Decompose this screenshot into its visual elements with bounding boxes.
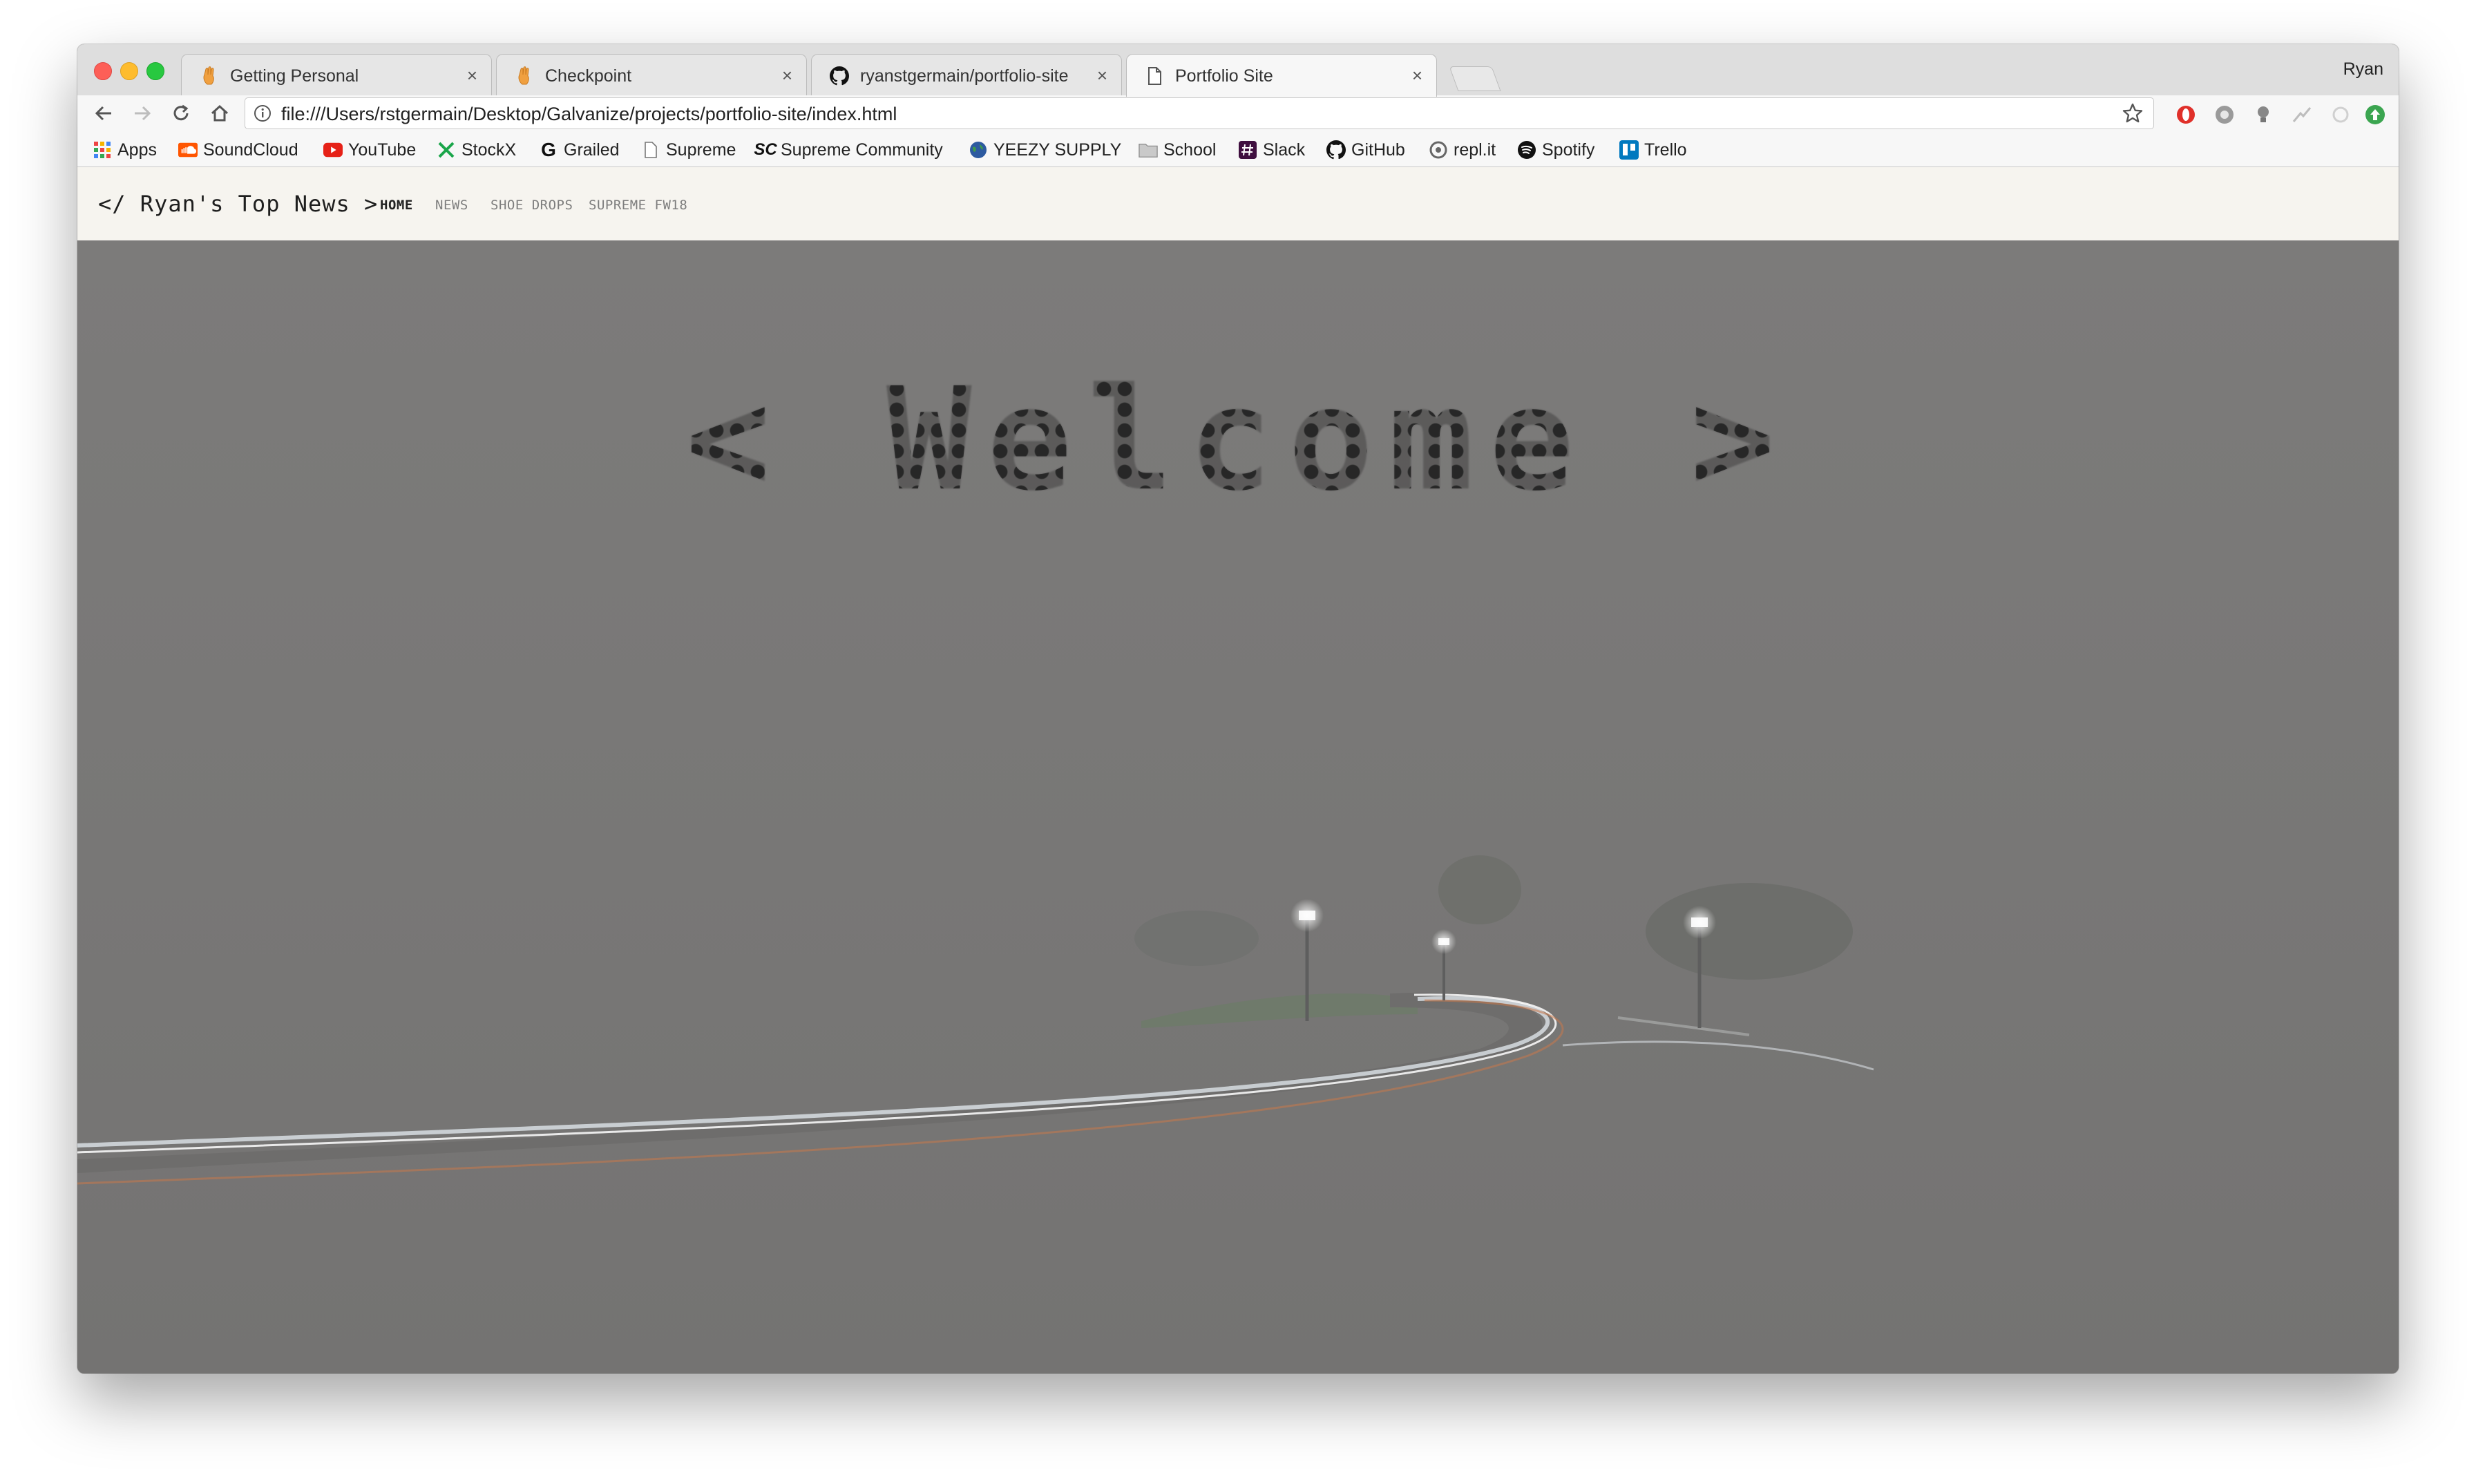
new-tab-button[interactable] [1449,66,1501,91]
apps-grid-icon [93,140,112,160]
site-navbar: </ Ryan's Top News > HOME NEWS SHOE DROP… [77,167,2399,240]
bookmark-trello[interactable]: Trello [1619,140,1687,160]
bookmark-yeezy-supply[interactable]: YEEZY SUPPLY [969,140,1121,160]
lightbulb-extension-icon[interactable] [2252,104,2274,126]
reload-button[interactable] [167,99,195,127]
bookmark-github[interactable]: GitHub [1326,140,1405,160]
browser-window: Getting Personal × Checkpoint × ryanstge… [77,44,2399,1373]
soundcloud-icon [178,140,198,160]
info-icon[interactable] [254,104,272,126]
gray-circle-extension-icon[interactable] [2213,104,2236,126]
close-icon[interactable]: × [1412,65,1422,86]
pulse-extension-icon[interactable] [2291,104,2313,126]
site-brand[interactable]: </ Ryan's Top News > [98,191,378,217]
tab-title: Getting Personal [230,66,359,86]
bookmark-soundcloud[interactable]: SoundCloud [178,140,298,160]
bookmark-supreme[interactable]: Supreme [641,140,736,160]
grailed-icon: G [541,139,556,160]
arrow-left-icon [95,106,111,121]
nav-news[interactable]: NEWS [435,198,468,213]
sc-icon: SC [754,140,777,159]
replit-icon [1429,140,1448,160]
nav-supreme-fw18[interactable]: SUPREME FW18 [589,198,687,213]
reload-icon [173,104,189,121]
page-icon [641,140,660,160]
github-icon [830,66,849,86]
address-bar[interactable]: file:///Users/rstgermain/Desktop/Galvani… [245,97,2154,129]
trello-icon [1619,140,1639,160]
welcome-text: Welcome [886,358,1590,522]
bookmark-spotify[interactable]: Spotify [1517,140,1594,160]
browser-toolbar: file:///Users/rstgermain/Desktop/Galvani… [77,95,2399,133]
bookmark-youtube[interactable]: YouTube [323,140,416,160]
opera-extension-icon[interactable] [2175,104,2197,126]
hand-icon [515,66,534,86]
bookmark-replit[interactable]: repl.it [1429,140,1496,160]
close-icon[interactable]: × [467,65,477,86]
update-arrow-icon[interactable] [2364,104,2386,126]
hero-section: < Welcome > [77,240,2399,1373]
maximize-window-button[interactable] [146,62,164,80]
nav-shoe-drops[interactable]: SHOE DROPS [491,198,573,213]
profile-name[interactable]: Ryan [2343,59,2383,79]
bookmark-grailed[interactable]: G Grailed [539,139,619,160]
back-button[interactable] [90,99,117,127]
minimize-window-button[interactable] [120,62,138,80]
github-icon [1326,140,1346,160]
bookmark-slack[interactable]: Slack [1238,140,1305,160]
welcome-heading: < Welcome > [77,358,2399,522]
hand-icon [200,66,219,86]
tab-strip: Getting Personal × Checkpoint × ryanstge… [77,44,2399,97]
tab-getting-personal[interactable]: Getting Personal × [181,54,492,95]
url-text[interactable]: file:///Users/rstgermain/Desktop/Galvani… [281,104,897,125]
close-window-button[interactable] [94,62,112,80]
tab-title: ryanstgermain/portfolio-site [860,66,1069,86]
folder-icon [1139,140,1158,160]
nav-home[interactable]: HOME [380,198,413,213]
close-icon[interactable]: × [782,65,792,86]
slack-icon [1238,140,1257,160]
arrow-right-icon [135,106,151,121]
forward-button[interactable] [128,99,156,127]
document-icon [1145,66,1164,86]
youtube-icon [323,140,343,160]
tab-checkpoint[interactable]: Checkpoint × [496,54,807,95]
welcome-right-bracket: > [1690,358,1791,522]
bookmark-school[interactable]: School [1139,140,1216,160]
stockx-icon [437,140,456,160]
bookmark-apps[interactable]: Apps [93,140,157,160]
tab-github-repo[interactable]: ryanstgermain/portfolio-site × [811,54,1122,95]
bookmark-supreme-community[interactable]: SC Supreme Community [754,140,942,160]
close-icon[interactable]: × [1097,65,1107,86]
spotify-icon [1517,140,1536,160]
loading-extension-icon[interactable] [2330,104,2352,126]
bookmark-star-icon[interactable] [2122,102,2144,128]
home-button[interactable] [206,99,234,127]
home-icon [211,104,229,122]
tab-title: Portfolio Site [1175,66,1273,86]
welcome-left-bracket: < [685,358,786,522]
bookmark-stockx[interactable]: StockX [437,140,516,160]
tab-title: Checkpoint [545,66,632,86]
bookmarks-bar: Apps SoundCloud YouTube StockX G Grailed [77,133,2399,167]
globe-icon [969,140,988,160]
tab-portfolio-site[interactable]: Portfolio Site × [1126,54,1437,97]
